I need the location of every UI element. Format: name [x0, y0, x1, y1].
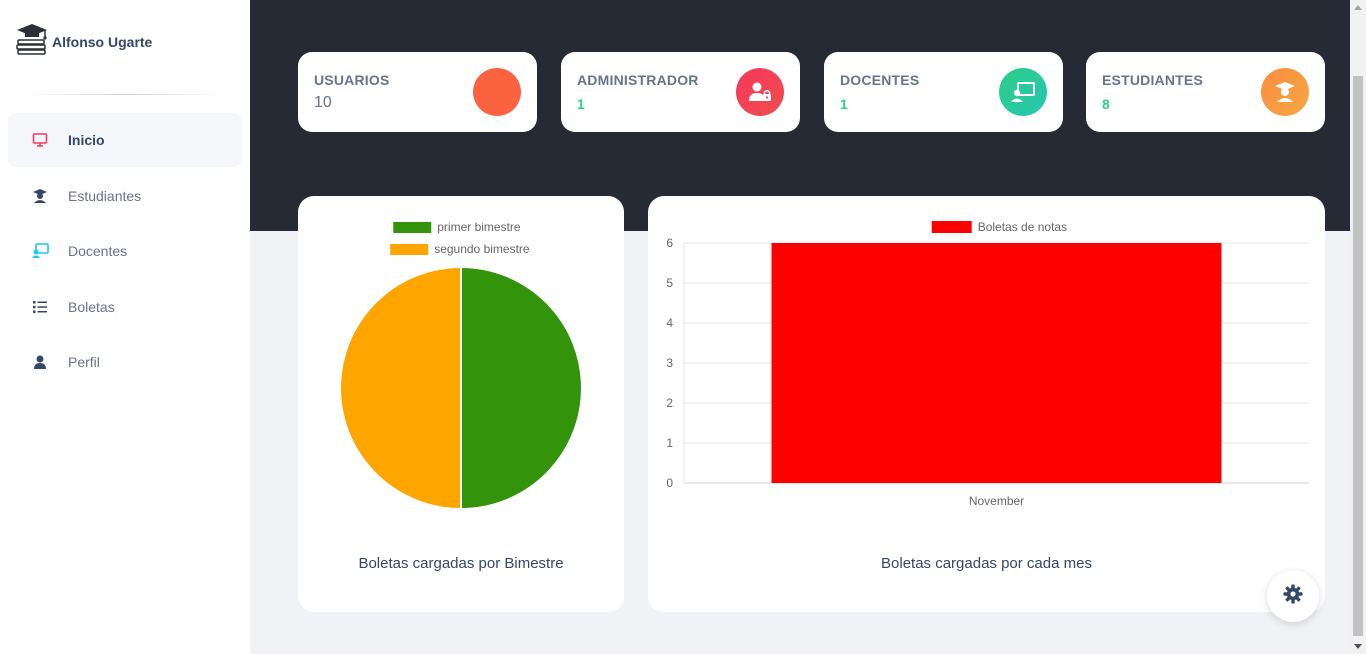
- bar-legend-swatch[interactable]: [931, 221, 972, 233]
- x-tick-label: November: [969, 494, 1024, 508]
- sidebar-item-boletas[interactable]: Boletas: [8, 280, 242, 334]
- pie-legend-label[interactable]: primer bimestre: [437, 220, 521, 234]
- stat-title: ADMINISTRADOR: [577, 72, 699, 88]
- bar-legend-label[interactable]: Boletas de notas: [978, 220, 1067, 234]
- page-scrollbar[interactable]: [1350, 0, 1366, 654]
- teacher-board-icon: [999, 68, 1047, 116]
- settings-button[interactable]: [1267, 570, 1319, 622]
- y-tick-label: 2: [666, 396, 673, 410]
- scrollbar-thumb[interactable]: [1353, 76, 1363, 636]
- sidebar-item-label: Estudiantes: [68, 187, 142, 204]
- sidebar-item-label: Inicio: [68, 132, 105, 148]
- brand-name: Alfonso Ugarte: [52, 33, 153, 50]
- pie-legend-label[interactable]: segundo bimestre: [434, 242, 530, 256]
- stat-card-administrador: ADMINISTRADOR 1: [561, 52, 800, 132]
- stat-title: DOCENTES: [840, 72, 920, 88]
- teacher-board-icon: [30, 241, 50, 261]
- stat-title: USUARIOS: [314, 72, 390, 88]
- y-tick-label: 4: [666, 316, 673, 330]
- stat-value: 1: [577, 96, 585, 112]
- stat-value: 10: [314, 94, 332, 111]
- y-tick-label: 1: [666, 436, 673, 450]
- sidebar: Alfonso Ugarte Inicio Estudiantes Docent…: [0, 0, 250, 654]
- student-icon: [1261, 68, 1309, 116]
- bar-chart: Boletas de notas 0 1 2 3 4 5 6 November: [666, 220, 1309, 508]
- sidebar-item-docentes[interactable]: Docentes: [8, 224, 242, 278]
- scroll-down-arrow-icon[interactable]: [1354, 644, 1362, 649]
- gear-icon: [1283, 584, 1303, 609]
- bar-chart-card: Boletas de notas 0 1 2 3 4 5 6 November Boletas …: [648, 196, 1325, 612]
- brand[interactable]: Alfonso Ugarte: [15, 22, 152, 61]
- list-icon: [30, 297, 50, 317]
- sidebar-item-perfil[interactable]: Perfil: [8, 335, 242, 389]
- sidebar-item-label: Boletas: [68, 298, 115, 315]
- sidebar-item-estudiantes[interactable]: Estudiantes: [8, 169, 242, 223]
- stat-title: ESTUDIANTES: [1102, 72, 1203, 88]
- sidebar-item-label: Docentes: [68, 243, 128, 260]
- pie-slice[interactable]: [460, 265, 583, 511]
- pie-legend-swatch[interactable]: [393, 222, 432, 233]
- sidebar-divider: [22, 94, 228, 95]
- sidebar-item-label: Perfil: [68, 354, 100, 371]
- pie-slice[interactable]: [339, 265, 462, 511]
- pie-chart-card: primer bimestre segundo bimestre Boletas …: [298, 196, 624, 612]
- stat-card-usuarios: USUARIOS 10: [298, 52, 537, 132]
- stat-card-docentes: DOCENTES 1: [824, 52, 1063, 132]
- stat-value: 1: [840, 96, 848, 112]
- user-icon: [30, 352, 50, 372]
- student-icon: [30, 186, 50, 206]
- pie-chart: primer bimestre segundo bimestre: [339, 220, 583, 511]
- bar-chart-caption: Boletas cargadas por cada mes: [881, 555, 1092, 572]
- sidebar-item-inicio[interactable]: Inicio: [8, 113, 242, 167]
- pie-chart-caption: Boletas cargadas por Bimestre: [358, 555, 564, 572]
- y-tick-label: 0: [666, 476, 673, 490]
- circle-icon: [473, 68, 521, 116]
- y-tick-label: 5: [666, 276, 673, 290]
- user-lock-icon: [736, 68, 784, 116]
- bar[interactable]: [771, 243, 1222, 483]
- sidebar-nav: Inicio Estudiantes Docentes Boletas Perf…: [8, 113, 242, 391]
- y-tick-label: 6: [666, 236, 673, 250]
- graduation-books-icon: [15, 22, 49, 61]
- y-tick-label: 3: [666, 356, 673, 370]
- monitor-icon: [30, 130, 50, 150]
- stat-card-estudiantes: ESTUDIANTES 8: [1086, 52, 1325, 132]
- stat-value: 8: [1102, 96, 1110, 112]
- pie-legend-swatch[interactable]: [390, 244, 429, 255]
- scroll-up-arrow-icon[interactable]: [1354, 5, 1362, 10]
